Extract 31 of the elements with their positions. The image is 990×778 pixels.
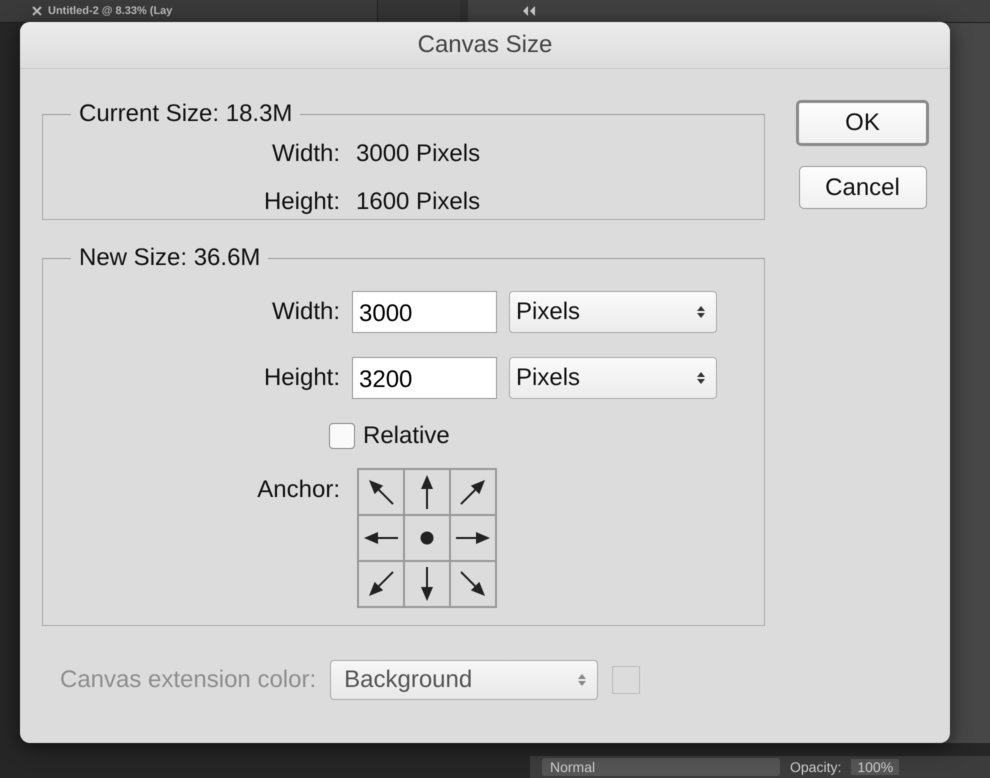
field-label: Height:	[262, 188, 340, 216]
input-field[interactable]: 3200	[352, 357, 497, 399]
opacity-field[interactable]: 100%	[851, 759, 900, 775]
document-tab[interactable]: Untitled-2 @ 8.33% (Lay	[0, 0, 377, 22]
color-swatch	[612, 666, 640, 694]
blend-mode-dropdown[interactable]: Normal	[542, 758, 780, 776]
relative-checkbox[interactable]	[329, 423, 355, 449]
close-icon[interactable]	[32, 6, 42, 16]
group-legend: Current Size: 18.3M	[71, 100, 300, 128]
stepper-icon	[696, 371, 706, 385]
anchor-cell[interactable]	[405, 516, 451, 562]
input-field[interactable]: 3000	[352, 291, 497, 333]
ok-button[interactable]: OK	[796, 100, 929, 146]
field-label: Anchor:	[256, 475, 340, 505]
stepper-icon	[696, 305, 706, 319]
dialog-title: Canvas Size	[20, 22, 950, 69]
unit-dropdown[interactable]: Pixels	[509, 291, 717, 333]
group-legend: New Size: 36.6M	[71, 244, 268, 272]
unit-dropdown[interactable]: Pixels	[509, 357, 717, 399]
cancel-button[interactable]: Cancel	[798, 166, 926, 209]
collapse-icon[interactable]	[522, 6, 536, 16]
size-value: 3000 Pixels	[356, 140, 480, 168]
size-value: 1600 Pixels	[356, 188, 480, 216]
field-label: Height:	[262, 364, 340, 392]
field-label: Width:	[270, 298, 340, 326]
stepper-icon	[577, 673, 588, 687]
field-label: Canvas extension color:	[60, 666, 316, 694]
field-label: Width:	[270, 140, 340, 168]
checkbox-label[interactable]: Relative	[363, 422, 450, 450]
color-dropdown: Background	[330, 660, 598, 700]
opacity-label: Opacity:	[790, 759, 842, 775]
